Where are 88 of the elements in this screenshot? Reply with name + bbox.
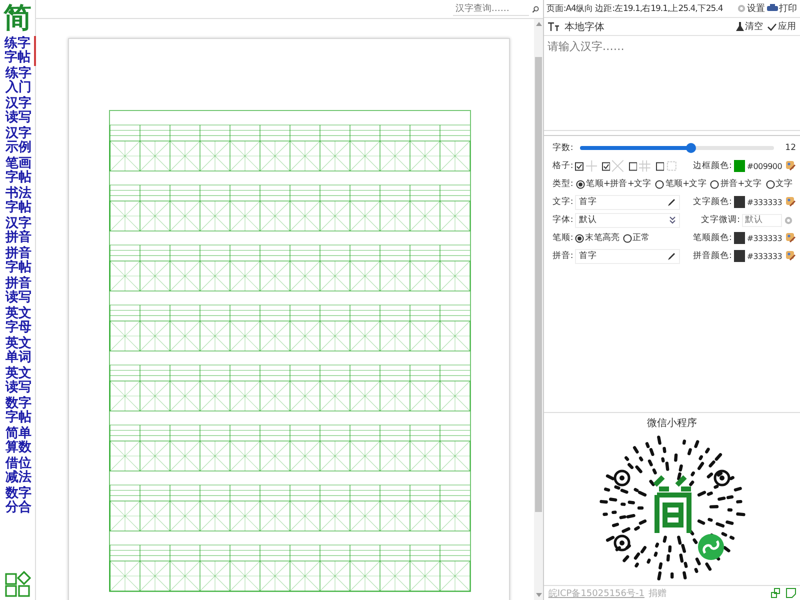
field-label: 边框颜色: xyxy=(692,160,732,172)
radio-option[interactable]: 文字 xyxy=(766,178,793,190)
scroll-down-icon[interactable] xyxy=(534,592,543,598)
diagonal-grid-icon xyxy=(612,160,624,172)
dashed-square-icon xyxy=(666,160,678,172)
nav-item[interactable]: 借位减法 xyxy=(4,456,34,486)
edit-icon[interactable] xyxy=(786,588,796,598)
pinyin-field[interactable]: 首字 xyxy=(575,248,680,264)
radio-option[interactable]: 末笔高亮 xyxy=(575,232,620,244)
color-swatch[interactable] xyxy=(734,250,745,262)
local-font-label[interactable]: 本地字体 xyxy=(564,20,604,34)
nav-item[interactable]: 数字字帖 xyxy=(4,396,34,426)
font-select[interactable]: 默认 xyxy=(575,212,680,228)
field-label: 拼音: xyxy=(552,250,574,262)
nav-item[interactable]: 练字字帖 xyxy=(2,36,36,66)
nav-item[interactable]: 书法字帖 xyxy=(4,186,34,216)
check-icon xyxy=(767,22,777,30)
radio-icon[interactable] xyxy=(622,234,632,242)
color-value: #009900 xyxy=(746,162,782,170)
count-slider[interactable] xyxy=(580,146,774,150)
field-label: 笔顺: xyxy=(552,232,574,244)
nav-item[interactable]: 英文单词 xyxy=(4,336,34,366)
nav-item[interactable]: 拼音读写 xyxy=(4,276,34,306)
color-value: #333333 xyxy=(746,234,782,242)
scrollbar[interactable] xyxy=(534,19,544,600)
radio-option[interactable]: 正常 xyxy=(622,232,650,244)
palette-icon[interactable] xyxy=(786,161,796,171)
radio-icon[interactable] xyxy=(710,180,720,188)
search-icon[interactable] xyxy=(532,4,540,14)
settings-button[interactable]: 设置 xyxy=(737,2,765,15)
gear-icon xyxy=(737,4,746,13)
logo: 简 xyxy=(4,0,32,36)
nav-item[interactable]: 英文读写 xyxy=(4,366,34,396)
palette-icon[interactable] xyxy=(786,197,796,207)
field-label: 格子: xyxy=(552,160,574,172)
checkbox[interactable] xyxy=(602,162,610,170)
pen-icon[interactable] xyxy=(667,198,676,206)
field-label: 字体: xyxy=(552,214,574,226)
color-swatch[interactable] xyxy=(734,232,745,244)
radio-icon[interactable] xyxy=(766,180,774,188)
adjust-field[interactable]: 默认 xyxy=(742,214,782,226)
text-field[interactable]: 首字 xyxy=(575,194,680,210)
apply-button[interactable]: 应用 xyxy=(767,20,796,33)
radio-option[interactable]: 笔顺+拼音+文字 xyxy=(576,178,652,190)
field-label: 类型: xyxy=(552,178,574,190)
radio-icon[interactable] xyxy=(655,180,664,188)
font-icon xyxy=(548,22,560,32)
palette-icon[interactable] xyxy=(786,233,796,243)
checkbox[interactable] xyxy=(575,162,584,170)
color-swatch[interactable] xyxy=(734,196,745,208)
share-icon[interactable] xyxy=(771,588,782,598)
palette-icon[interactable] xyxy=(786,251,796,261)
count-value: 12 xyxy=(785,143,796,153)
page-info: 页面:A4纵向 边距:左19.1,右19.1,上25.4,下25.4 xyxy=(546,2,723,14)
apps-icon[interactable] xyxy=(4,571,30,597)
field-label: 文字微调: xyxy=(701,214,740,226)
scroll-up-icon[interactable] xyxy=(534,21,543,27)
nav-item[interactable]: 拼音字帖 xyxy=(4,246,34,276)
checkbox[interactable] xyxy=(656,162,664,170)
color-value: #333333 xyxy=(746,198,782,206)
color-swatch[interactable] xyxy=(734,160,745,172)
radio-icon[interactable] xyxy=(576,180,586,188)
nav-item[interactable]: 笔画字帖 xyxy=(4,156,34,186)
mini-program-title: 微信小程序 xyxy=(647,416,698,430)
nav-item[interactable]: 英文字母 xyxy=(4,306,34,336)
color-value: #333333 xyxy=(746,252,782,260)
nav-item[interactable]: 练字入门 xyxy=(4,66,34,96)
nav-item[interactable]: 汉字拼音 xyxy=(4,216,34,246)
radio-option[interactable]: 笔顺+文字 xyxy=(655,178,706,190)
field-label: 笔顺颜色: xyxy=(692,232,732,244)
nav-item[interactable]: 简单算数 xyxy=(4,426,34,456)
radio-option[interactable]: 拼音+文字 xyxy=(710,178,762,190)
nav-item[interactable]: 汉字读写 xyxy=(4,96,34,126)
clear-button[interactable]: 清空 xyxy=(736,20,763,33)
cross-grid-icon xyxy=(586,160,597,172)
print-button[interactable]: 打印 xyxy=(767,2,797,15)
field-label: 文字颜色: xyxy=(692,196,732,208)
nav-item[interactable]: 数字分合 xyxy=(4,486,34,516)
hash-grid-icon xyxy=(639,160,651,172)
checkbox[interactable] xyxy=(628,162,638,170)
chevron-down-icon[interactable] xyxy=(669,216,676,224)
nav-item[interactable]: 汉字示例 xyxy=(4,126,34,156)
field-label: 文字: xyxy=(552,196,574,208)
radio-icon[interactable] xyxy=(575,234,584,242)
printer-icon xyxy=(767,4,778,13)
pen-icon[interactable] xyxy=(667,252,676,260)
field-label: 拼音颜色: xyxy=(692,250,732,262)
field-label: 字数: xyxy=(552,142,574,154)
